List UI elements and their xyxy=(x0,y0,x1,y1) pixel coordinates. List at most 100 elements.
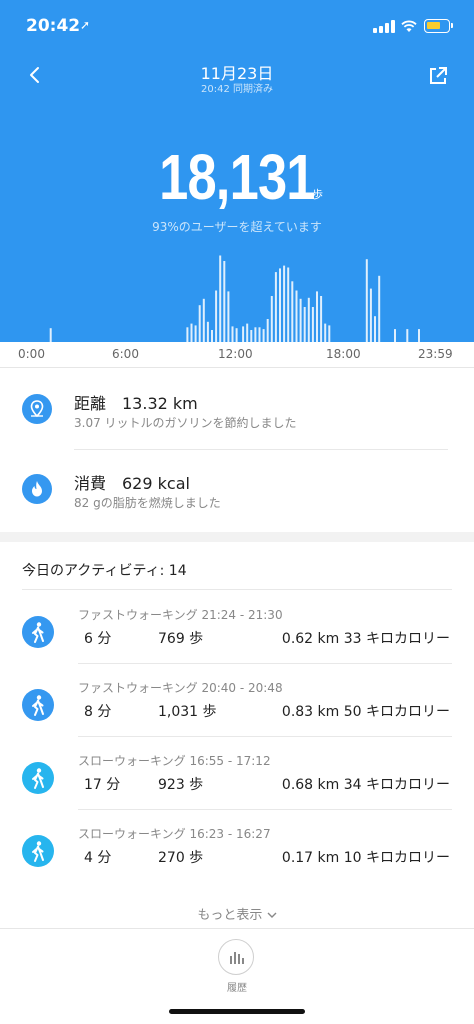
distance-title: 距離 13.32 km xyxy=(74,394,198,413)
histogram-bar xyxy=(202,298,205,342)
axis-label: 23:59 xyxy=(418,347,453,361)
activity-count-header: 今日のアクティビティ: 14 xyxy=(22,563,187,579)
histogram-bar xyxy=(223,261,226,342)
divider xyxy=(78,736,452,737)
histogram-bar xyxy=(328,325,331,342)
chevron-down-icon xyxy=(267,912,277,918)
histogram-bar xyxy=(378,275,381,342)
histogram-bar xyxy=(374,316,376,342)
histogram-bar xyxy=(206,321,209,342)
percentile-text: 93%のユーザーを超えています xyxy=(152,220,322,234)
sync-status: 20:42 同期済み xyxy=(201,84,273,95)
histogram-bar xyxy=(186,327,189,342)
calorie-metric[interactable]: 消費 629 kcal 82 gの脂肪を燃焼しました xyxy=(0,450,474,530)
histogram-bar xyxy=(254,327,257,342)
activity-steps: 270 歩 xyxy=(158,850,204,866)
status-time: 20:42 xyxy=(26,16,81,36)
histogram-bar xyxy=(211,330,213,342)
histogram-bar xyxy=(190,323,193,342)
fast-walk-icon xyxy=(22,616,54,648)
histogram-bar xyxy=(227,291,230,342)
steps-count-row: 18,131 xyxy=(0,140,474,214)
activity-duration: 6 分 xyxy=(84,631,112,647)
share-icon[interactable] xyxy=(426,64,450,88)
show-more-button[interactable]: もっと表示 xyxy=(0,904,474,923)
distance-sub: 3.07 リットルのガソリンを節約しました xyxy=(74,416,297,430)
activity-stats: 0.17 km 10 キロカロリー xyxy=(281,850,450,866)
histogram-bar xyxy=(198,305,201,342)
histogram-bar xyxy=(287,267,290,342)
axis-label: 18:00 xyxy=(326,347,361,361)
calorie-title: 消費 629 kcal xyxy=(74,474,190,493)
history-tab-label: 履歴 xyxy=(227,983,247,994)
flame-icon xyxy=(22,474,52,504)
histogram-bar xyxy=(270,296,273,342)
histogram-bar xyxy=(316,291,318,342)
history-tab-button[interactable] xyxy=(218,939,254,975)
axis-label: 6:00 xyxy=(112,347,139,361)
activity-row[interactable]: ファストウォーキング 21:24 - 21:30 6 分 769 歩 0.62 km … xyxy=(0,592,474,662)
histogram-bar xyxy=(365,259,368,342)
divider xyxy=(78,809,452,810)
activity-row[interactable]: ファストウォーキング 20:40 - 20:48 8 分 1,031 歩 0.83 k… xyxy=(0,665,474,735)
histogram-bar xyxy=(219,255,222,342)
activity-steps: 923 歩 xyxy=(158,777,204,793)
location-pin-icon xyxy=(22,394,52,424)
histogram-bar xyxy=(418,329,420,342)
axis-label: 0:00 xyxy=(18,347,45,361)
histogram-bar xyxy=(406,329,409,342)
histogram-bar xyxy=(283,265,286,342)
activity-duration: 8 分 xyxy=(84,704,112,720)
activity-stats: 0.62 km 33 キロカロリー xyxy=(281,631,450,647)
histogram-bar xyxy=(307,297,310,342)
histogram-bar xyxy=(242,326,245,342)
signal-icon xyxy=(373,20,395,33)
activity-row[interactable]: スローウォーキング 16:23 - 16:27 4 分 270 歩 0.17 km 1… xyxy=(0,811,474,881)
activity-stats: 0.83 km 50 キロカロリー xyxy=(281,704,450,720)
activity-row[interactable]: スローウォーキング 16:55 - 17:12 17 分 923 歩 0.68 km … xyxy=(0,738,474,808)
steps-unit: 歩 xyxy=(312,188,323,201)
activity-label: スローウォーキング 16:55 - 17:12 xyxy=(78,754,271,768)
histogram-bar xyxy=(303,307,306,342)
activity-duration: 4 分 xyxy=(84,850,112,866)
slow-walk-icon xyxy=(22,835,54,867)
activity-stats: 0.68 km 34 キロカロリー xyxy=(281,777,450,793)
histogram-bar xyxy=(394,329,396,342)
histogram-bar xyxy=(295,290,298,342)
histogram-bar xyxy=(369,288,372,342)
calorie-sub: 82 gの脂肪を燃焼しました xyxy=(74,496,221,510)
show-more-label: もっと表示 xyxy=(197,908,263,923)
slow-walk-icon xyxy=(22,762,54,794)
battery-icon xyxy=(424,19,453,33)
divider xyxy=(78,663,452,664)
histogram-bar xyxy=(262,329,265,342)
activity-steps: 769 歩 xyxy=(158,631,204,647)
activity-duration: 17 分 xyxy=(84,777,121,793)
histogram-bar xyxy=(311,307,314,342)
histogram-bar xyxy=(291,281,294,342)
location-arrow-icon: ➚ xyxy=(80,18,91,32)
histogram-bar xyxy=(266,319,269,342)
bar-chart-icon xyxy=(230,952,244,964)
histogram-bar xyxy=(279,268,281,342)
activity-label: スローウォーキング 16:23 - 16:27 xyxy=(78,827,271,841)
section-separator xyxy=(0,532,474,542)
distance-metric[interactable]: 距離 13.32 km 3.07 リットルのガソリンを節約しました xyxy=(0,370,474,450)
home-indicator xyxy=(169,1009,305,1014)
histogram-bar xyxy=(235,328,238,342)
histogram-bar xyxy=(194,325,197,342)
activity-steps: 1,031 歩 xyxy=(158,704,217,720)
steps-count: 18,131 xyxy=(159,141,315,213)
divider xyxy=(22,589,452,590)
histogram-bar xyxy=(274,272,277,342)
steps-histogram xyxy=(49,255,420,342)
histogram-bar xyxy=(258,327,261,342)
fast-walk-icon xyxy=(22,689,54,721)
histogram-bar xyxy=(49,328,52,342)
histogram-bar xyxy=(324,323,327,342)
axis-label: 12:00 xyxy=(218,347,253,361)
activity-label: ファストウォーキング 20:40 - 20:48 xyxy=(78,681,283,695)
histogram-bar xyxy=(299,298,302,342)
histogram-bar xyxy=(231,326,234,342)
activity-label: ファストウォーキング 21:24 - 21:30 xyxy=(78,608,283,622)
